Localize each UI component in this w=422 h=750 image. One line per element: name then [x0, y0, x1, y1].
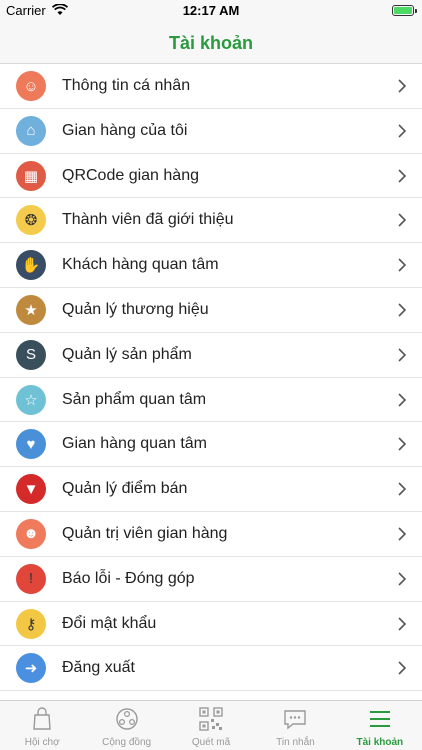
tab-community[interactable]: Cộng đồng — [84, 701, 168, 750]
chevron-right-icon — [398, 527, 406, 541]
tab-label: Hội chợ — [24, 737, 60, 748]
menu-item-label: Đăng xuất — [62, 659, 135, 677]
menu-item-label: Thành viên đã giới thiệu — [62, 211, 234, 229]
warning-icon: ! — [16, 563, 46, 594]
network-icon: ❂ — [16, 205, 46, 236]
chevron-right-icon — [398, 124, 406, 138]
location-pin-icon: ▼ — [16, 474, 46, 505]
chevron-right-icon — [398, 79, 406, 93]
chevron-right-icon — [398, 482, 406, 496]
chevron-right-icon — [398, 213, 406, 227]
tab-fair[interactable]: Hội chợ — [0, 701, 84, 750]
chevron-right-icon — [398, 437, 406, 451]
menu-item-brand-management[interactable]: ★ Quản lý thương hiệu — [0, 288, 422, 333]
menu-item-label: Sản phẩm quan tâm — [62, 390, 207, 408]
menu-item-label: Gian hàng của tôi — [62, 121, 188, 139]
tab-label: Tin nhắn — [276, 737, 315, 748]
battery-icon — [392, 5, 417, 16]
admin-icon: ☻ — [16, 518, 46, 549]
box-star-icon: ☆ — [16, 384, 46, 415]
menu-item-label: Quản trị viên gian hàng — [62, 524, 228, 542]
status-bar: Carrier 12:17 AM — [0, 0, 422, 22]
store-icon: ⌂ — [16, 115, 46, 146]
menu-item-label: Quản lý thương hiệu — [62, 300, 209, 318]
award-icon: ★ — [16, 294, 46, 325]
key-icon: ⚷ — [16, 608, 46, 639]
tab-account[interactable]: Tài khoản — [338, 701, 422, 750]
community-icon — [115, 708, 138, 730]
menu-item-product-management[interactable]: S Quản lý sản phẩm — [0, 333, 422, 378]
menu-item-interested-products[interactable]: ☆ Sản phẩm quan tâm — [0, 378, 422, 423]
shop-heart-icon: ♥ — [16, 429, 46, 460]
menu-item-report-feedback[interactable]: ! Báo lỗi - Đóng góp — [0, 557, 422, 602]
chat-icon — [284, 710, 307, 730]
tab-bar: Hội chợ Cộng đồng Quét mã Tin nhắn Tài k… — [0, 700, 422, 750]
tab-label: Tài khoản — [356, 737, 404, 748]
chevron-right-icon — [398, 661, 406, 675]
shopping-bag-icon — [33, 707, 51, 730]
chevron-right-icon — [398, 169, 406, 183]
menu-item-sales-points[interactable]: ▼ Quản lý điểm bán — [0, 467, 422, 512]
clock: 12:17 AM — [182, 3, 240, 18]
menu-item-label: Gian hàng quan tâm — [62, 435, 207, 453]
menu-item-label: Quản lý sản phẩm — [62, 345, 192, 363]
tab-scan[interactable]: Quét mã — [169, 701, 253, 750]
person-icon: ☺ — [16, 71, 46, 101]
menu-icon — [369, 711, 390, 727]
qrcode-icon: ▦ — [16, 160, 46, 191]
menu-item-label: Báo lỗi - Đóng góp — [62, 569, 195, 587]
menu-item-label: Đổi mật khẩu — [62, 614, 157, 632]
chevron-right-icon — [398, 616, 406, 631]
tab-label: Quét mã — [191, 737, 231, 748]
menu-item-label: QRCode gian hàng — [62, 166, 199, 184]
menu-item-personal-info[interactable]: ☺ Thông tin cá nhân — [0, 64, 422, 109]
chevron-right-icon — [398, 303, 406, 317]
chevron-right-icon — [398, 258, 406, 272]
menu-item-store-admins[interactable]: ☻ Quản trị viên gian hàng — [0, 512, 422, 557]
menu-item-label: Thông tin cá nhân — [62, 77, 191, 94]
account-menu: ☺ Thông tin cá nhân ⌂ Gian hàng của tôi … — [0, 64, 422, 692]
tab-messages[interactable]: Tin nhắn — [253, 701, 337, 750]
tab-label: Cộng đồng — [102, 737, 152, 748]
shopify-icon: S — [16, 339, 46, 370]
chevron-right-icon — [398, 348, 406, 362]
logout-icon: ➜ — [16, 653, 46, 684]
menu-item-interested-stores[interactable]: ♥ Gian hàng quan tâm — [0, 422, 422, 468]
chevron-right-icon — [398, 393, 406, 407]
menu-item-interested-customers[interactable]: ✋ Khách hàng quan tâm — [0, 243, 422, 288]
qr-scan-icon — [199, 707, 223, 731]
menu-item-change-password[interactable]: ⚷ Đổi mật khẩu — [0, 602, 422, 647]
handshake-icon: ✋ — [16, 250, 46, 281]
navigation-bar: Tài khoản — [0, 22, 422, 64]
menu-item-store-qrcode[interactable]: ▦ QRCode gian hàng — [0, 154, 422, 199]
menu-item-logout[interactable]: ➜ Đăng xuất — [0, 646, 422, 692]
menu-item-label: Quản lý điểm bán — [62, 480, 188, 498]
chevron-right-icon — [398, 572, 406, 586]
menu-item-referred-members[interactable]: ❂ Thành viên đã giới thiệu — [0, 198, 422, 244]
page-title: Tài khoản — [168, 33, 253, 53]
menu-item-label: Khách hàng quan tâm — [62, 256, 219, 274]
menu-item-my-store[interactable]: ⌂ Gian hàng của tôi — [0, 109, 422, 154]
